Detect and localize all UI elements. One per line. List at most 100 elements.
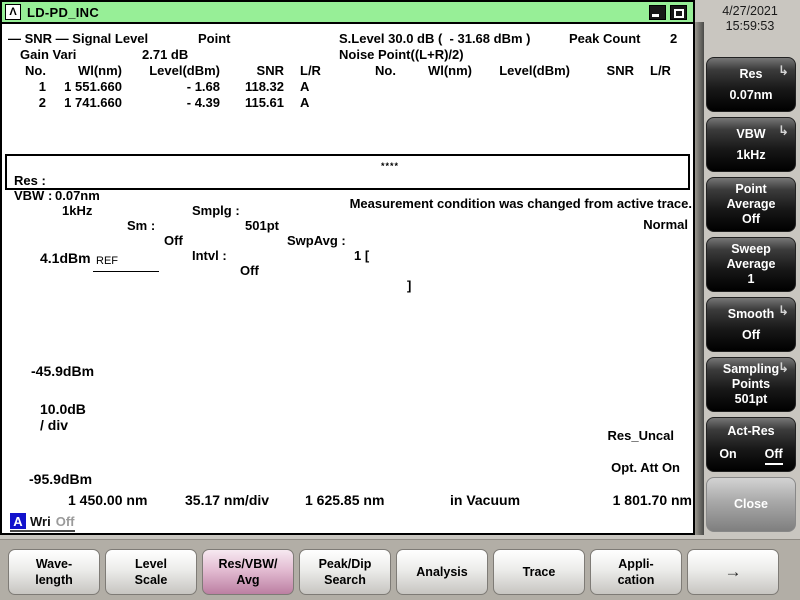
softkey-vbw[interactable]: VBW 1kHz ↳ bbox=[706, 117, 796, 172]
menu-peak-dipsearch-label: Search bbox=[324, 572, 366, 588]
menu-appli-cation-label: Appli- bbox=[618, 556, 653, 572]
y-ref-label: 4.1dBm bbox=[40, 250, 91, 266]
column-header: No. bbox=[12, 63, 46, 78]
submenu-arrow-icon: ↳ bbox=[778, 123, 789, 138]
y-div-label: 10.0dB bbox=[40, 401, 86, 417]
menu-trace[interactable]: Trace bbox=[493, 549, 585, 595]
trace-mode-label: Normal bbox=[562, 217, 688, 232]
submenu-arrow-icon: ↳ bbox=[778, 360, 789, 375]
table-row-cell: A bbox=[300, 95, 334, 110]
menu-appli-cation[interactable]: Appli-cation bbox=[590, 549, 682, 595]
table-row-cell: A bbox=[300, 79, 334, 94]
softkey-act-res-title: Act-Res bbox=[727, 424, 774, 439]
softkey-smooth[interactable]: SmoothOff↳ bbox=[706, 297, 796, 352]
y-div-label2: / div bbox=[40, 417, 68, 433]
maximize-icon[interactable] bbox=[670, 5, 687, 20]
y-mid-label: -45.9dBm bbox=[31, 363, 94, 379]
menu-wave-length[interactable]: Wave-length bbox=[8, 549, 100, 595]
opt-att-label: Opt. Att On bbox=[552, 460, 680, 475]
table-row-cell: 2 bbox=[12, 95, 46, 110]
menu-res-vbw-avg[interactable]: Res/VBW/Avg bbox=[202, 549, 294, 595]
table-row-cell: - 1.68 bbox=[128, 79, 220, 94]
column-header: Wl(nm) bbox=[400, 63, 472, 78]
softkey-res-label: 0.07nm bbox=[729, 88, 772, 103]
snr-title: — SNR — Signal Level bbox=[8, 31, 148, 46]
res-uncal-label: Res_Uncal bbox=[552, 428, 674, 443]
table-row-cell: 1 551.660 bbox=[50, 79, 122, 94]
ref-label: REF bbox=[96, 255, 118, 267]
osa-screen: Λ LD-PD_INC — SNR — Signal Level Point S… bbox=[0, 0, 800, 600]
softkey-vbw-label: 1kHz bbox=[736, 148, 765, 163]
table-row-cell: - 4.39 bbox=[128, 95, 220, 110]
swpavg-stars: **** bbox=[381, 161, 399, 171]
slevel-value: S.Level 30.0 dB ( - 31.68 dBm ) bbox=[339, 31, 530, 46]
softkey-point-label: Average bbox=[727, 197, 776, 212]
datetime: 4/27/2021 15:59:53 bbox=[702, 4, 798, 34]
sm-value: Off bbox=[164, 233, 183, 248]
softkey-smooth-label: Smooth bbox=[728, 307, 775, 322]
main-panel: Λ LD-PD_INC — SNR — Signal Level Point S… bbox=[0, 0, 695, 535]
menu-levelscale-label: Scale bbox=[135, 572, 168, 588]
more-menu-button[interactable]: → bbox=[687, 549, 779, 595]
y-bottom-label: -95.9dBm bbox=[29, 471, 92, 487]
column-header: No. bbox=[362, 63, 396, 78]
softkey-point-label: Point bbox=[735, 182, 766, 197]
peak-count-value: 2 bbox=[670, 31, 677, 46]
x-div-label: 35.17 nm/div bbox=[185, 492, 269, 508]
menu-peak-dipsearch-label: Peak/Dip bbox=[319, 556, 372, 572]
intvl-label: Intvl : bbox=[192, 248, 227, 263]
menu-wave-length-label: Wave- bbox=[36, 556, 72, 572]
softkey-sweep[interactable]: SweepAverage1 bbox=[706, 237, 796, 292]
app-logo-icon: Λ bbox=[5, 4, 21, 20]
title-bar: Λ LD-PD_INC bbox=[2, 2, 693, 24]
softkey-vbw-label: VBW bbox=[736, 127, 765, 142]
softkey-point-label: Off bbox=[742, 212, 760, 227]
trace-write-label: Wri bbox=[30, 514, 51, 529]
menu-wave-length-label: length bbox=[35, 572, 73, 588]
softkey-sampling[interactable]: SamplingPoints501pt↳ bbox=[706, 357, 796, 412]
menu-levelscale[interactable]: LevelScale bbox=[105, 549, 197, 595]
menu-appli-cation-label: cation bbox=[618, 572, 655, 588]
softkey-close[interactable]: Close bbox=[706, 477, 796, 532]
menu-res-vbw-avg-label: Res/VBW/ bbox=[218, 556, 277, 572]
softkey-res[interactable]: Res0.07nm↳ bbox=[706, 57, 796, 112]
point-label: Point bbox=[198, 31, 231, 46]
menu-levelscale-label: Level bbox=[135, 556, 167, 572]
softkey-sweep-label: 1 bbox=[748, 272, 755, 287]
softkey-smooth-label: Off bbox=[742, 328, 760, 343]
softkey-sweep-label: Sweep bbox=[731, 242, 771, 257]
minimize-icon[interactable] bbox=[649, 5, 666, 20]
ref-line bbox=[93, 271, 159, 272]
softkey-act-res-option-off[interactable]: Off bbox=[765, 447, 783, 465]
date-label: 4/27/2021 bbox=[702, 4, 798, 19]
trace-a-badge: A bbox=[10, 513, 26, 529]
x-start-label: 1 450.00 nm bbox=[68, 492, 147, 508]
softkey-act-res-option-on[interactable]: On bbox=[719, 447, 736, 465]
condition-box: Res : 0.07nm Smplg : 501pt SwpAvg : 1 [ … bbox=[5, 154, 690, 190]
trace-off-label: Off bbox=[56, 514, 75, 529]
menu-trace-label: Trace bbox=[523, 564, 556, 580]
sidebar-shadow bbox=[695, 22, 704, 535]
table-row-cell: 1 bbox=[12, 79, 46, 94]
softkey-sampling-label: 501pt bbox=[735, 392, 768, 407]
gain-vari-value: 2.71 dB bbox=[142, 47, 188, 62]
right-arrow-icon: → bbox=[725, 564, 742, 580]
menu-peak-dipsearch[interactable]: Peak/DipSearch bbox=[299, 549, 391, 595]
column-header: L/R bbox=[650, 63, 684, 78]
menu-analysis[interactable]: Analysis bbox=[396, 549, 488, 595]
gain-vari-label: Gain Vari bbox=[20, 47, 76, 62]
softkey-sampling-label: Points bbox=[732, 377, 770, 392]
column-header: L/R bbox=[300, 63, 334, 78]
intvl-value: Off bbox=[240, 263, 259, 278]
softkey-act-res[interactable]: Act-Res On Off bbox=[706, 417, 796, 472]
softkey-point[interactable]: PointAverageOff bbox=[706, 177, 796, 232]
softkey-close-label: Close bbox=[734, 497, 768, 512]
sm-label: Sm : bbox=[127, 218, 155, 233]
column-header: Wl(nm) bbox=[50, 63, 122, 78]
submenu-arrow-icon: ↳ bbox=[778, 63, 789, 78]
peak-count-label: Peak Count bbox=[569, 31, 641, 46]
x-end-label: 1 801.70 nm bbox=[602, 492, 692, 508]
column-header: Level(dBm) bbox=[478, 63, 570, 78]
column-header: SNR bbox=[578, 63, 634, 78]
noise-point-label: Noise Point((L+R)/2) bbox=[339, 47, 464, 62]
